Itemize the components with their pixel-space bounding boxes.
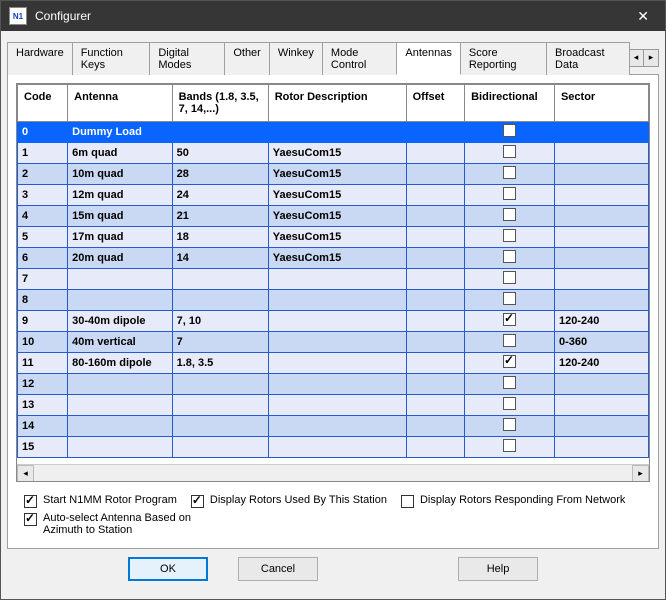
scroll-right-icon[interactable]: ▸ (632, 465, 649, 482)
help-button[interactable]: Help (458, 557, 538, 581)
dialog-buttons: OK Cancel Help (7, 549, 659, 593)
bidirectional-checkbox[interactable] (503, 355, 516, 368)
bidirectional-checkbox[interactable] (503, 250, 516, 263)
table-row[interactable]: 13 (18, 395, 649, 416)
bidirectional-checkbox[interactable] (503, 208, 516, 221)
tab-broadcast-data[interactable]: Broadcast Data (546, 42, 630, 75)
tab-antennas[interactable]: Antennas (396, 42, 460, 75)
tab-score-reporting[interactable]: Score Reporting (460, 42, 547, 75)
grid-hscroll[interactable]: ◂ ▸ (17, 464, 649, 481)
tab-other[interactable]: Other (224, 42, 270, 75)
table-row[interactable]: 14 (18, 416, 649, 437)
opt-auto-select-label: Auto-select Antenna Based on Azimuth to … (43, 512, 214, 536)
bidirectional-checkbox[interactable] (503, 334, 516, 347)
opt-start-rotor[interactable]: Start N1MM Rotor Program (24, 494, 177, 508)
tab-hardware[interactable]: Hardware (7, 42, 73, 75)
tab-winkey[interactable]: Winkey (269, 42, 323, 75)
close-icon[interactable]: ✕ (629, 4, 657, 29)
col-header[interactable]: Bands (1.8, 3.5, 7, 14,...) (172, 85, 268, 122)
opt-display-used[interactable]: Display Rotors Used By This Station (191, 494, 387, 508)
col-header[interactable]: Code (18, 85, 68, 122)
table-row[interactable]: 1040m vertical70-360 (18, 332, 649, 353)
table-row[interactable]: 1180-160m dipole1.8, 3.5120-240 (18, 353, 649, 374)
table-row[interactable]: 12 (18, 374, 649, 395)
opt-start-rotor-label: Start N1MM Rotor Program (43, 494, 177, 506)
col-header[interactable]: Antenna (68, 85, 172, 122)
antenna-grid[interactable]: CodeAntennaBands (1.8, 3.5, 7, 14,...)Ro… (16, 83, 650, 482)
table-row[interactable]: 312m quad24YaesuCom15 (18, 185, 649, 206)
bidirectional-checkbox[interactable] (503, 124, 516, 137)
bidirectional-checkbox[interactable] (503, 187, 516, 200)
table-row[interactable]: 7 (18, 269, 649, 290)
col-header[interactable]: Offset (406, 85, 465, 122)
titlebar: N1 Configurer ✕ (1, 1, 665, 31)
table-row[interactable]: 15 (18, 437, 649, 458)
opt-display-network-label: Display Rotors Responding From Network (420, 494, 625, 506)
table-row[interactable]: 16m quad50YaesuCom15 (18, 143, 649, 164)
tab-scroll-left-icon[interactable]: ◂ (628, 49, 644, 67)
bidirectional-checkbox[interactable] (503, 313, 516, 326)
table-row[interactable]: 415m quad21YaesuCom15 (18, 206, 649, 227)
window-title: Configurer (35, 9, 629, 23)
opt-display-used-label: Display Rotors Used By This Station (210, 494, 387, 506)
table-row[interactable]: 517m quad18YaesuCom15 (18, 227, 649, 248)
table-row[interactable]: 620m quad14YaesuCom15 (18, 248, 649, 269)
col-header[interactable]: Sector (554, 85, 648, 122)
app-icon: N1 (9, 7, 27, 25)
opt-display-network[interactable]: Display Rotors Responding From Network (401, 494, 625, 508)
bidirectional-checkbox[interactable] (503, 229, 516, 242)
antennas-panel: CodeAntennaBands (1.8, 3.5, 7, 14,...)Ro… (7, 75, 659, 549)
opt-auto-select[interactable]: Auto-select Antenna Based on Azimuth to … (24, 512, 214, 536)
bidirectional-checkbox[interactable] (503, 418, 516, 431)
bidirectional-checkbox[interactable] (503, 166, 516, 179)
tab-scroll: ◂ ▸ (629, 49, 659, 67)
tab-digital-modes[interactable]: Digital Modes (149, 42, 225, 75)
table-row[interactable]: 210m quad28YaesuCom15 (18, 164, 649, 185)
table-row[interactable]: 0Dummy Load (18, 122, 649, 143)
bidirectional-checkbox[interactable] (503, 376, 516, 389)
bidirectional-checkbox[interactable] (503, 145, 516, 158)
content-area: HardwareFunction KeysDigital ModesOtherW… (1, 31, 665, 599)
tab-function-keys[interactable]: Function Keys (72, 42, 151, 75)
col-header[interactable]: Bidirectional (465, 85, 555, 122)
options-row-1: Start N1MM Rotor Program Display Rotors … (16, 482, 650, 512)
tab-mode-control[interactable]: Mode Control (322, 42, 397, 75)
bidirectional-checkbox[interactable] (503, 397, 516, 410)
cancel-button[interactable]: Cancel (238, 557, 318, 581)
bidirectional-checkbox[interactable] (503, 271, 516, 284)
bidirectional-checkbox[interactable] (503, 439, 516, 452)
configurer-window: N1 Configurer ✕ HardwareFunction KeysDig… (0, 0, 666, 600)
options-row-2: Auto-select Antenna Based on Azimuth to … (16, 512, 650, 540)
bidirectional-checkbox[interactable] (503, 292, 516, 305)
table-row[interactable]: 8 (18, 290, 649, 311)
ok-button[interactable]: OK (128, 557, 208, 581)
col-header[interactable]: Rotor Description (268, 85, 406, 122)
tabstrip: HardwareFunction KeysDigital ModesOtherW… (7, 41, 659, 75)
scroll-left-icon[interactable]: ◂ (17, 465, 34, 482)
table-row[interactable]: 930-40m dipole7, 10120-240 (18, 311, 649, 332)
tab-scroll-right-icon[interactable]: ▸ (643, 49, 659, 67)
